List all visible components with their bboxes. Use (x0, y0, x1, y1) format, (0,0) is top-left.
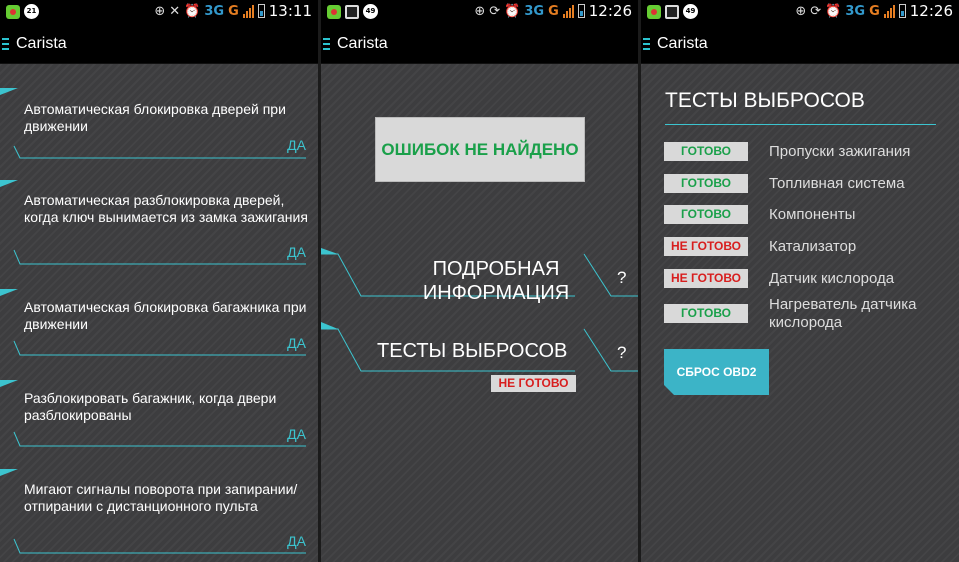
battery-icon (577, 4, 585, 18)
separator (13, 145, 306, 159)
setting-value[interactable]: ДА (287, 244, 306, 260)
status-bar: 49 ⊕ ⟳ ⏰ 3G G 12:26 (321, 0, 638, 23)
setting-item[interactable]: Разблокировать багажник, когда двери раз… (0, 380, 318, 450)
separator (13, 431, 306, 447)
drawer-menu-icon[interactable] (643, 38, 650, 50)
setting-item[interactable]: Мигают сигналы поворота при запирании/от… (0, 469, 318, 562)
setting-value[interactable]: ДА (287, 137, 306, 153)
details-label: ПОДРОБНАЯ ИНФОРМАЦИЯ (422, 258, 570, 304)
clock: 12:26 (588, 2, 632, 20)
network-g-indicator: G (869, 3, 880, 19)
network-g-indicator: G (548, 3, 559, 19)
network-3g-indicator: 3G (204, 3, 225, 19)
page-title: ТЕСТЫ ВЫБРОСОВ (665, 89, 865, 112)
emissions-row[interactable]: ТЕСТЫ ВЫБРОСОВ ? НЕ ГОТОВО (321, 319, 638, 394)
app-title: Carista (337, 35, 388, 52)
clock: 13:11 (268, 2, 312, 20)
app-bar: Carista (321, 23, 638, 64)
test-name: Катализатор (769, 238, 857, 255)
reset-obd2-button[interactable]: СБРОС OBD2 (664, 349, 769, 395)
test-name: Топливная система (769, 175, 905, 192)
diagnostics-screen: 49 ⊕ ⟳ ⏰ 3G G 12:26 Carista ОШИБОК НЕ НА… (321, 0, 638, 562)
setting-item[interactable]: Автоматическая блокировка дверей при дви… (0, 88, 318, 168)
drawer-menu-icon[interactable] (323, 38, 330, 50)
sync-icon: ⟳ (489, 3, 501, 19)
separator (13, 340, 306, 356)
security-app-icon (327, 4, 341, 19)
globe-icon: ⊕ (154, 3, 166, 19)
emissions-content: ТЕСТЫ ВЫБРОСОВ ГОТОВО Пропуски зажигания… (641, 64, 959, 562)
setting-item[interactable]: Автоматическая разблокировка дверей, ког… (0, 180, 318, 270)
signal-icon (883, 4, 895, 18)
test-name: Компоненты (769, 206, 856, 223)
test-name: Датчик кислорода (769, 270, 895, 287)
network-3g-indicator: 3G (845, 3, 866, 19)
app-title: Carista (16, 35, 67, 52)
alarm-icon: ⏰ (184, 3, 201, 19)
details-help-icon[interactable]: ? (617, 268, 626, 288)
sync-icon: ⟳ (810, 3, 822, 19)
setting-item[interactable]: Автоматическая блокировка багажника при … (0, 289, 318, 359)
app-bar: Carista (641, 23, 959, 64)
network-3g-indicator: 3G (524, 3, 545, 19)
no-errors-banner: ОШИБОК НЕ НАЙДЕНО (375, 117, 585, 182)
notification-count-icon: 21 (24, 4, 39, 19)
status-bar: 21 ⊕ ✕ ⏰ 3G G 13:11 (0, 0, 318, 23)
signal-icon (242, 4, 254, 18)
battery-icon (257, 4, 265, 18)
app-bar: Carista (0, 23, 318, 64)
security-app-icon (647, 4, 661, 19)
setting-value[interactable]: ДА (287, 426, 306, 442)
test-name: Нагреватель датчика кислорода (769, 296, 917, 331)
globe-icon: ⊕ (795, 3, 807, 19)
image-icon (665, 4, 679, 19)
test-status-badge: ГОТОВО (664, 304, 748, 323)
diagnostics-content: ОШИБОК НЕ НАЙДЕНО ПОДРОБНАЯ ИНФОРМАЦИЯ ?… (321, 64, 638, 562)
status-bar: 49 ⊕ ⟳ ⏰ 3G G 12:26 (641, 0, 959, 23)
emissions-screen: 49 ⊕ ⟳ ⏰ 3G G 12:26 Carista ТЕСТЫ ВЫБРОС… (641, 0, 959, 562)
emissions-status-badge: НЕ ГОТОВО (491, 375, 576, 392)
signal-icon (562, 4, 574, 18)
test-name: Пропуски зажигания (769, 143, 911, 160)
title-divider (665, 124, 936, 125)
emissions-label: ТЕСТЫ ВЫБРОСОВ (377, 340, 568, 362)
notification-count-icon: 49 (683, 4, 698, 19)
image-icon (345, 4, 359, 19)
network-g-indicator: G (228, 3, 239, 19)
globe-icon: ⊕ (474, 3, 486, 19)
test-status-badge: ГОТОВО (664, 142, 748, 161)
test-status-badge: НЕ ГОТОВО (664, 237, 748, 256)
security-app-icon (6, 4, 20, 19)
details-row[interactable]: ПОДРОБНАЯ ИНФОРМАЦИЯ ? (321, 244, 638, 304)
settings-screen: 21 ⊕ ✕ ⏰ 3G G 13:11 Carista Автоматическ… (0, 0, 318, 562)
setting-value[interactable]: ДА (287, 335, 306, 351)
test-status-badge: ГОТОВО (664, 174, 748, 193)
mute-icon: ✕ (169, 3, 181, 19)
settings-list: Автоматическая блокировка дверей при дви… (0, 64, 318, 562)
drawer-menu-icon[interactable] (2, 38, 9, 50)
separator (13, 249, 306, 265)
setting-value[interactable]: ДА (287, 533, 306, 549)
battery-icon (898, 4, 906, 18)
separator (13, 538, 306, 554)
app-title: Carista (657, 35, 708, 52)
alarm-icon: ⏰ (825, 3, 842, 19)
clock: 12:26 (909, 2, 953, 20)
test-status-badge: ГОТОВО (664, 205, 748, 224)
test-status-badge: НЕ ГОТОВО (664, 269, 748, 288)
alarm-icon: ⏰ (504, 3, 521, 19)
emissions-help-icon[interactable]: ? (617, 343, 626, 363)
notification-count-icon: 49 (363, 4, 378, 19)
